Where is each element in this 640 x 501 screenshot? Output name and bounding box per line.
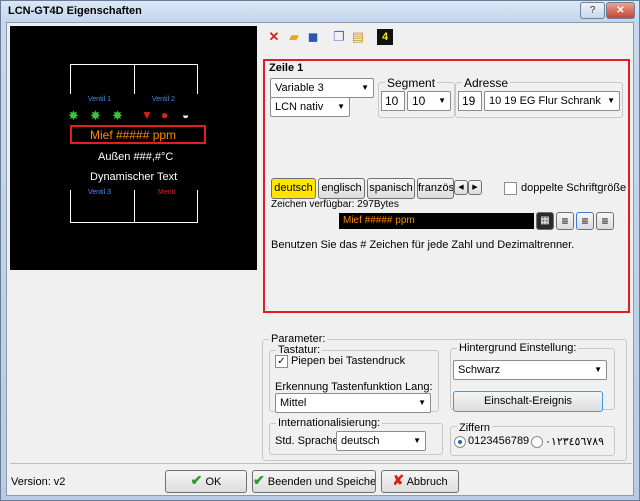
display-preview: Ventil 1 Ventil 2 ✸ ✸ ✸ ▼ ● ◒ Mief #####… <box>10 26 257 270</box>
title-bar: LCN-GT4D Eigenschaften ? ✕ <box>1 1 639 23</box>
beep-label: Piepen bei Tastendruck <box>291 355 406 367</box>
save-icon[interactable]: ◼ <box>305 29 321 45</box>
window-title: LCN-GT4D Eigenschaften <box>8 5 142 17</box>
digits-label: Ziffern <box>457 422 492 434</box>
ok-button[interactable]: ✔ OK <box>165 470 247 493</box>
align-center-icon[interactable]: ≡ <box>576 212 594 230</box>
digits-latin-radio[interactable] <box>454 436 466 448</box>
preview-button-top-left: Ventil 1 <box>88 96 111 103</box>
left-panel <box>10 273 257 463</box>
open-folder-icon[interactable]: ▰ <box>286 29 302 45</box>
language-tab-spanisch[interactable]: spanisch <box>367 178 415 199</box>
language-tab-englisch[interactable]: englisch <box>318 178 365 199</box>
scroll-right-icon[interactable]: ▶ <box>468 180 482 195</box>
beep-checkbox[interactable]: ✓ <box>275 355 288 368</box>
digits-arabic-radio[interactable] <box>531 436 543 448</box>
digits-latin-label: 0123456789 <box>468 435 530 447</box>
page-4-icon[interactable]: 4 <box>377 29 393 45</box>
chars-available: Zeichen verfügbar: 297Bytes <box>271 199 399 210</box>
format-select[interactable]: LCN nativ ▼ <box>270 97 350 117</box>
language-tab-deutsch[interactable]: deutsch <box>271 178 316 199</box>
digits-arabic-label: ٠١٢٣٤٥٦٧٨٩ <box>545 436 605 448</box>
address-input[interactable]: 19 <box>458 91 482 111</box>
line-title: Zeile 1 <box>269 62 304 74</box>
copy-icon[interactable]: ❐ <box>331 29 347 45</box>
background-select[interactable]: Schwarz ▼ <box>453 360 607 380</box>
address-select[interactable]: 10 19 EG Flur Schrank ▼ <box>484 91 620 111</box>
client-area: Ventil 1 Ventil 2 ✸ ✸ ✸ ▼ ● ◒ Mief #####… <box>6 22 634 496</box>
delete-icon[interactable]: ✕ <box>266 29 282 45</box>
align-left-icon[interactable]: ≡ <box>556 212 574 230</box>
color-icon[interactable]: ▦ <box>536 212 554 230</box>
segment-input[interactable]: 10 <box>381 91 405 111</box>
double-font-label: doppelte Schriftgröße <box>521 182 627 194</box>
preview-button-bottom-right: Menü <box>158 189 176 196</box>
segment-select[interactable]: 10 ▼ <box>407 91 451 111</box>
intl-label: Internationalisierung: <box>276 417 383 429</box>
save-and-exit-button[interactable]: ✔ Beenden und Speichern <box>252 470 376 493</box>
address-label: Adresse <box>462 76 511 90</box>
lamp-icon: ◒ <box>182 108 190 122</box>
cup-icon: ▼ <box>141 108 153 122</box>
virus-icon: ✸ <box>68 108 79 123</box>
cancel-icon: ✘ <box>392 472 405 488</box>
ok-label: OK <box>205 476 222 488</box>
check-icon: ✔ <box>190 472 203 488</box>
preview-button-top-right: Ventil 2 <box>152 96 175 103</box>
variable-select[interactable]: Variable 3 ▼ <box>270 78 374 98</box>
language-select[interactable]: deutsch ▼ <box>336 431 426 451</box>
virus-icon: ✸ <box>112 108 123 123</box>
line-text-input[interactable]: Mief ##### ppm <box>339 213 534 229</box>
language-tab-franzoesisch[interactable]: französ <box>417 178 454 199</box>
version-label: Version: v2 <box>11 476 66 488</box>
language-label: Std. Sprache <box>275 435 339 447</box>
hint-text: Benutzen Sie das # Zeichen für jede Zahl… <box>271 239 575 251</box>
preview-line-3: Dynamischer Text <box>90 171 178 183</box>
align-right-icon[interactable]: ≡ <box>596 212 614 230</box>
long-press-select[interactable]: Mittel ▼ <box>275 393 431 413</box>
save-and-exit-label: Beenden und Speichern <box>267 476 376 488</box>
preview-button-bottom-left: Ventil 3 <box>88 189 111 196</box>
light-icon: ● <box>161 108 169 122</box>
cancel-button[interactable]: ✘ Abbruch <box>381 470 459 493</box>
power-on-event-button[interactable]: Einschalt-Ereignis <box>453 391 603 412</box>
double-font-checkbox[interactable] <box>504 182 517 195</box>
preview-line-2: Außen ###,#°C <box>98 151 174 163</box>
virus-icon: ✸ <box>90 108 101 123</box>
close-icon[interactable]: ✕ <box>606 2 635 19</box>
dialog-window: LCN-GT4D Eigenschaften ? ✕ Ventil 1 Vent… <box>0 0 640 501</box>
segment-label: Segment <box>385 76 438 90</box>
long-press-label: Erkennung Tastenfunktion Lang: <box>275 381 433 393</box>
preview-line-1: Mief ##### ppm <box>90 128 177 142</box>
background-label: Hintergrund Einstellung: <box>457 342 579 354</box>
check-icon: ✔ <box>253 472 265 488</box>
scroll-left-icon[interactable]: ◀ <box>454 180 468 195</box>
help-icon[interactable]: ? <box>580 2 605 19</box>
cancel-label: Abbruch <box>406 476 448 488</box>
paste-icon[interactable]: ▤ <box>350 29 366 45</box>
